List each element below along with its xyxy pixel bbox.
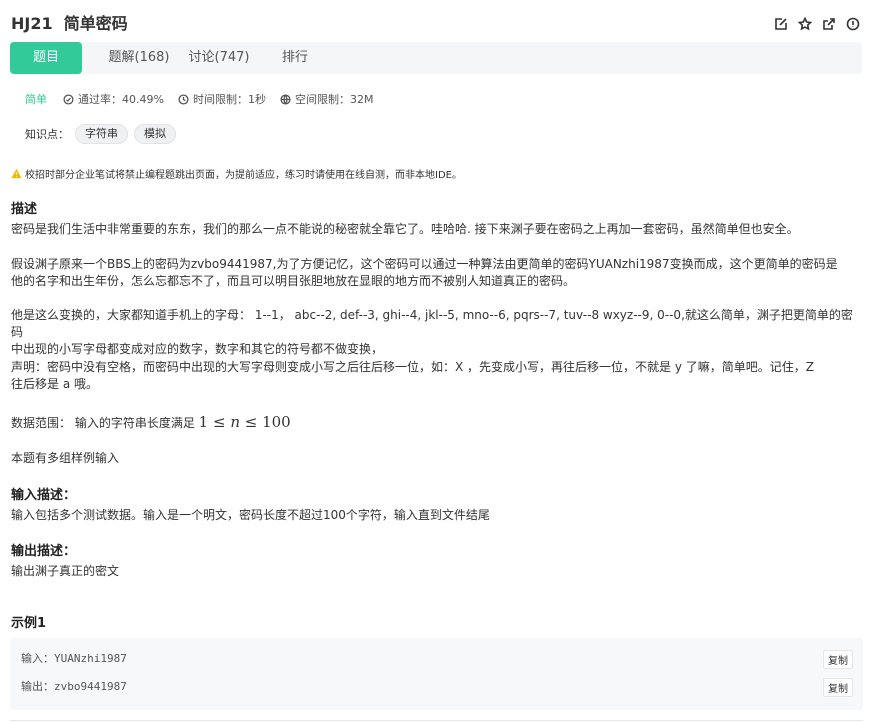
description-title: 描述	[11, 202, 38, 217]
example-title: 示例1	[11, 616, 47, 631]
share-icon[interactable]	[821, 16, 837, 32]
pass-rate: 通过率：40.49%	[63, 91, 164, 107]
data-range-formula: 1 ≤ n ≤ 100	[198, 413, 291, 431]
check-circle-icon	[63, 93, 74, 105]
output-desc-title: 输出描述：	[11, 544, 77, 559]
problem-header: HJ21 简单密码	[11, 14, 861, 36]
tab-discussion[interactable]: 讨论(747)	[180, 42, 258, 74]
tab-solutions[interactable]: 题解(168)	[100, 42, 178, 74]
problem-meta: 简单 通过率：40.49% 时间限制：1秒 空间限制：32M	[25, 91, 387, 107]
output-desc-text: 输出渊子真正的密文	[11, 564, 120, 578]
copy-input-button[interactable]: 复制	[823, 650, 853, 669]
problem-name: 简单密码	[63, 14, 128, 33]
description-paragraph-3-line-1: 他是这么变换的，大家都知道手机上的字母： 1--1， abc--2, def--…	[11, 308, 853, 339]
description-paragraph-2-line-2: 他的名字和出生年份，怎么忘都忘不了，而且可以明目张胆地放在显眼的地方而不被别人知…	[11, 274, 576, 288]
description-paragraph-2: 假设渊子原来一个BBS上的密码为zvbo9441987,为了方便记忆，这个密码可…	[11, 256, 861, 290]
divider	[10, 720, 863, 721]
knowledge-tags: 知识点： 字符串 模拟	[25, 124, 176, 144]
tag-simulation[interactable]: 模拟	[134, 124, 176, 144]
description-paragraph-4-line-1: 声明：密码中没有空格，而密码中出现的大写字母则变成小写之后往后移一位，如：X ，…	[11, 360, 814, 374]
tab-problem[interactable]: 题目	[10, 42, 82, 74]
range-low: 1	[198, 413, 209, 431]
data-range: 数据范围： 输入的字符串长度满足 1 ≤ n ≤ 100	[11, 412, 861, 433]
problem-id: HJ21	[11, 14, 53, 33]
example-output-label: 输出：	[21, 680, 54, 693]
description-paragraph-3: 他是这么变换的，大家都知道手机上的字母： 1--1， abc--2, def--…	[11, 307, 861, 358]
problem-title: HJ21 简单密码	[11, 14, 128, 34]
clock-icon	[178, 93, 189, 105]
time-limit-text: 时间限制：1秒	[192, 93, 266, 106]
example-input: 输入：YUANzhi1987	[21, 650, 127, 666]
description-paragraph-4-line-2: 往后移是 a 哦。	[11, 377, 98, 391]
description-paragraph-3-line-2: 中出现的小写字母都变成对应的数字，数字和其它的符号都不做变换，	[11, 342, 384, 356]
time-limit: 时间限制：1秒	[178, 91, 266, 107]
multi-case-note: 本题有多组样例输入	[11, 451, 120, 465]
example-input-value: YUANzhi1987	[54, 652, 127, 665]
header-icons	[773, 16, 861, 32]
range-var: n	[230, 413, 240, 431]
info-icon[interactable]	[845, 16, 861, 32]
description-paragraph-1: 密码是我们生活中非常重要的东东，我们的那么一点不能说的秘密就全靠它了。哇哈哈. …	[11, 222, 799, 236]
tag-string[interactable]: 字符串	[75, 124, 128, 144]
example-output: 输出：zvbo9441987	[21, 678, 127, 694]
copy-output-button[interactable]: 复制	[823, 678, 853, 697]
example-output-value: zvbo9441987	[54, 680, 127, 693]
warning-icon	[11, 168, 22, 179]
chip-icon	[280, 93, 291, 105]
range-high: 100	[262, 413, 291, 431]
example-box: 输入：YUANzhi1987 复制 输出：zvbo9441987 复制	[10, 638, 863, 710]
description-paragraph-4: 声明：密码中没有空格，而密码中出现的大写字母则变成小写之后往后移一位，如：X ，…	[11, 359, 861, 393]
space-limit-text: 空间限制：32M	[294, 93, 374, 106]
exam-notice: 校招时部分企业笔试将禁止编程题跳出页面，为提前适应，练习时请使用在线自测，而非本…	[11, 166, 462, 181]
description-paragraph-2-line-1: 假设渊子原来一个BBS上的密码为zvbo9441987,为了方便记忆，这个密码可…	[11, 257, 838, 271]
input-desc-text: 输入包括多个测试数据。输入是一个明文，密码长度不超过100个字符，输入直到文件结…	[11, 508, 490, 522]
edit-icon[interactable]	[773, 16, 789, 32]
example-input-label: 输入：	[21, 652, 54, 665]
difficulty-badge: 简单	[25, 93, 47, 106]
tab-ranking[interactable]: 排行	[270, 42, 320, 74]
pass-rate-text: 通过率：40.49%	[78, 93, 164, 106]
star-icon[interactable]	[797, 16, 813, 32]
knowledge-label: 知识点：	[25, 128, 69, 141]
data-range-prefix: 数据范围： 输入的字符串长度满足	[11, 416, 195, 430]
tab-bar: 题目 题解(168) 讨论(747) 排行	[10, 42, 862, 74]
notice-text: 校招时部分企业笔试将禁止编程题跳出页面，为提前适应，练习时请使用在线自测，而非本…	[25, 170, 462, 181]
space-limit: 空间限制：32M	[280, 91, 374, 107]
input-desc-title: 输入描述：	[11, 488, 77, 503]
